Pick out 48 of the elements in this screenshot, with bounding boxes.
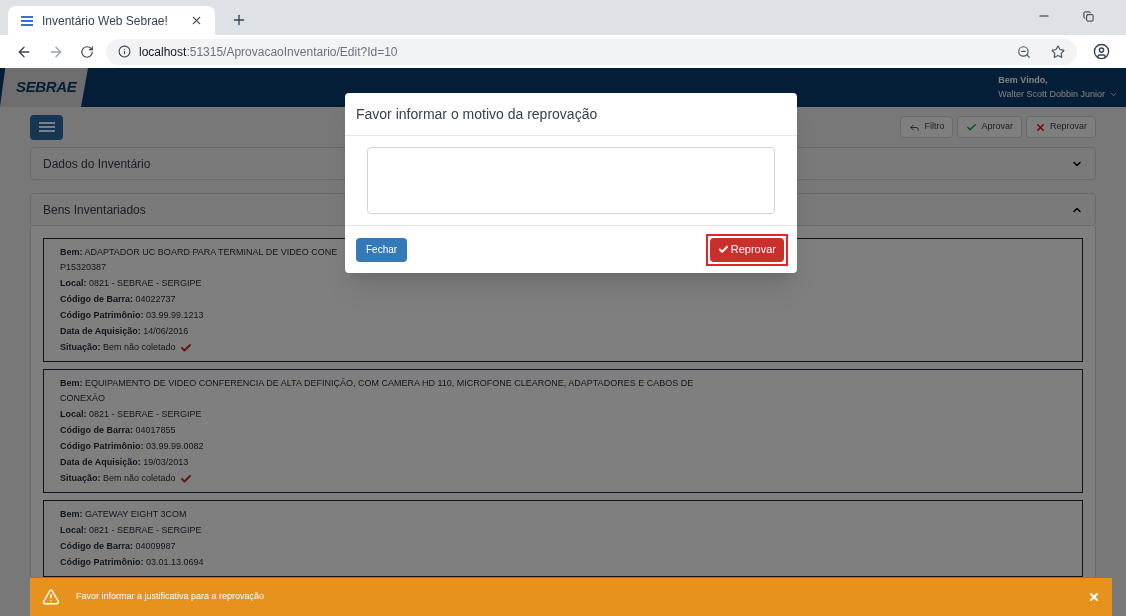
field-text: Data de Aquisição: 14/06/2016: [60, 325, 189, 338]
welcome-text: Bem Vindo,: [998, 74, 1048, 87]
check-icon: [717, 244, 729, 255]
field-text: Código Patrimônio: 03.99.99.0082: [60, 440, 204, 453]
field-text: Bem: GATEWAY EIGHT 3COM: [60, 508, 187, 521]
reject-button[interactable]: Reprovar: [709, 237, 784, 262]
field-text: Local: 0821 - SEBRAE - SERGIPE: [60, 408, 202, 421]
url-text: localhost:51315/AprovacaoInventario/Edit?Id=10: [139, 43, 398, 61]
field-text: Local: 0821 - SEBRAE - SERGIPE: [60, 524, 202, 537]
close-button[interactable]: Fechar: [356, 237, 408, 262]
field-text: Código Patrimônio: 03.99.99.1213: [60, 309, 204, 322]
sebrae-logo: SEBRAE: [16, 77, 77, 98]
restore-icon[interactable]: [1083, 11, 1094, 22]
user-menu[interactable]: Walter Scott Dobbin Junior: [998, 87, 1118, 101]
menu-button[interactable]: [30, 114, 63, 140]
menu-icon: [38, 121, 55, 133]
field-text: Código Patrimônio: 03.01.13.0694: [60, 556, 204, 569]
close-icon[interactable]: [190, 14, 203, 27]
field-text: Situação: Bem não coletado: [60, 341, 176, 354]
panel-title: Dados do Inventário: [43, 155, 151, 173]
field-text: Local: 0821 - SEBRAE - SERGIPE: [60, 277, 202, 290]
info-icon: [118, 45, 131, 58]
tab-title: Inventário Web Sebrae!: [42, 12, 169, 30]
toolbar-button[interactable]: Aprovar: [957, 116, 1022, 138]
toast-message: Favor informar a justificativa para a reprovação: [76, 590, 266, 604]
tab-favicon-icon: [20, 14, 34, 27]
address-bar[interactable]: localhost:51315/AprovacaoInventario/Edit?Id=10: [106, 38, 1077, 65]
profile-icon[interactable]: [1093, 43, 1110, 60]
warning-icon: [42, 588, 60, 606]
check-icon: [966, 121, 978, 133]
toolbar-button[interactable]: Reprovar: [1026, 116, 1096, 138]
field-text: Data de Aquisição: 19/03/2013: [60, 456, 189, 469]
new-tab-icon[interactable]: [231, 12, 247, 28]
panel-title: Bens Inventariados: [43, 201, 146, 219]
field-text: Código de Barra: 04009987: [60, 540, 176, 553]
modal-title: Favor informar o motivo da reprovação: [356, 104, 598, 124]
close-icon: [1035, 121, 1046, 133]
toolbar-button[interactable]: Filtro: [900, 116, 954, 138]
zoom-icon[interactable]: [1017, 44, 1031, 59]
reload-icon[interactable]: [80, 44, 94, 59]
field-text: Código de Barra: 04022737: [60, 293, 176, 306]
field-text: Bem: ADAPTADOR UC BOARD PARA TERMINAL DE VIDEO CONE P15320387: [60, 246, 338, 274]
browser-tab[interactable]: Inventário Web Sebrae!: [8, 6, 215, 35]
field-text: Bem: EQUIPAMENTO DE VIDEO CONFERENCIA DE ALTA DEFINIÇÃO, COM CAMERA HD 110, MICROFONE CLEARONE, ADAPTADORES E CABOS DE CONEXÃO: [60, 377, 694, 405]
reason-field[interactable]: [367, 147, 775, 214]
field-text: Situação: Bem não coletado: [60, 472, 176, 485]
field-text: Código de Barra: 04017855: [60, 424, 176, 437]
star-icon[interactable]: [1051, 44, 1065, 59]
